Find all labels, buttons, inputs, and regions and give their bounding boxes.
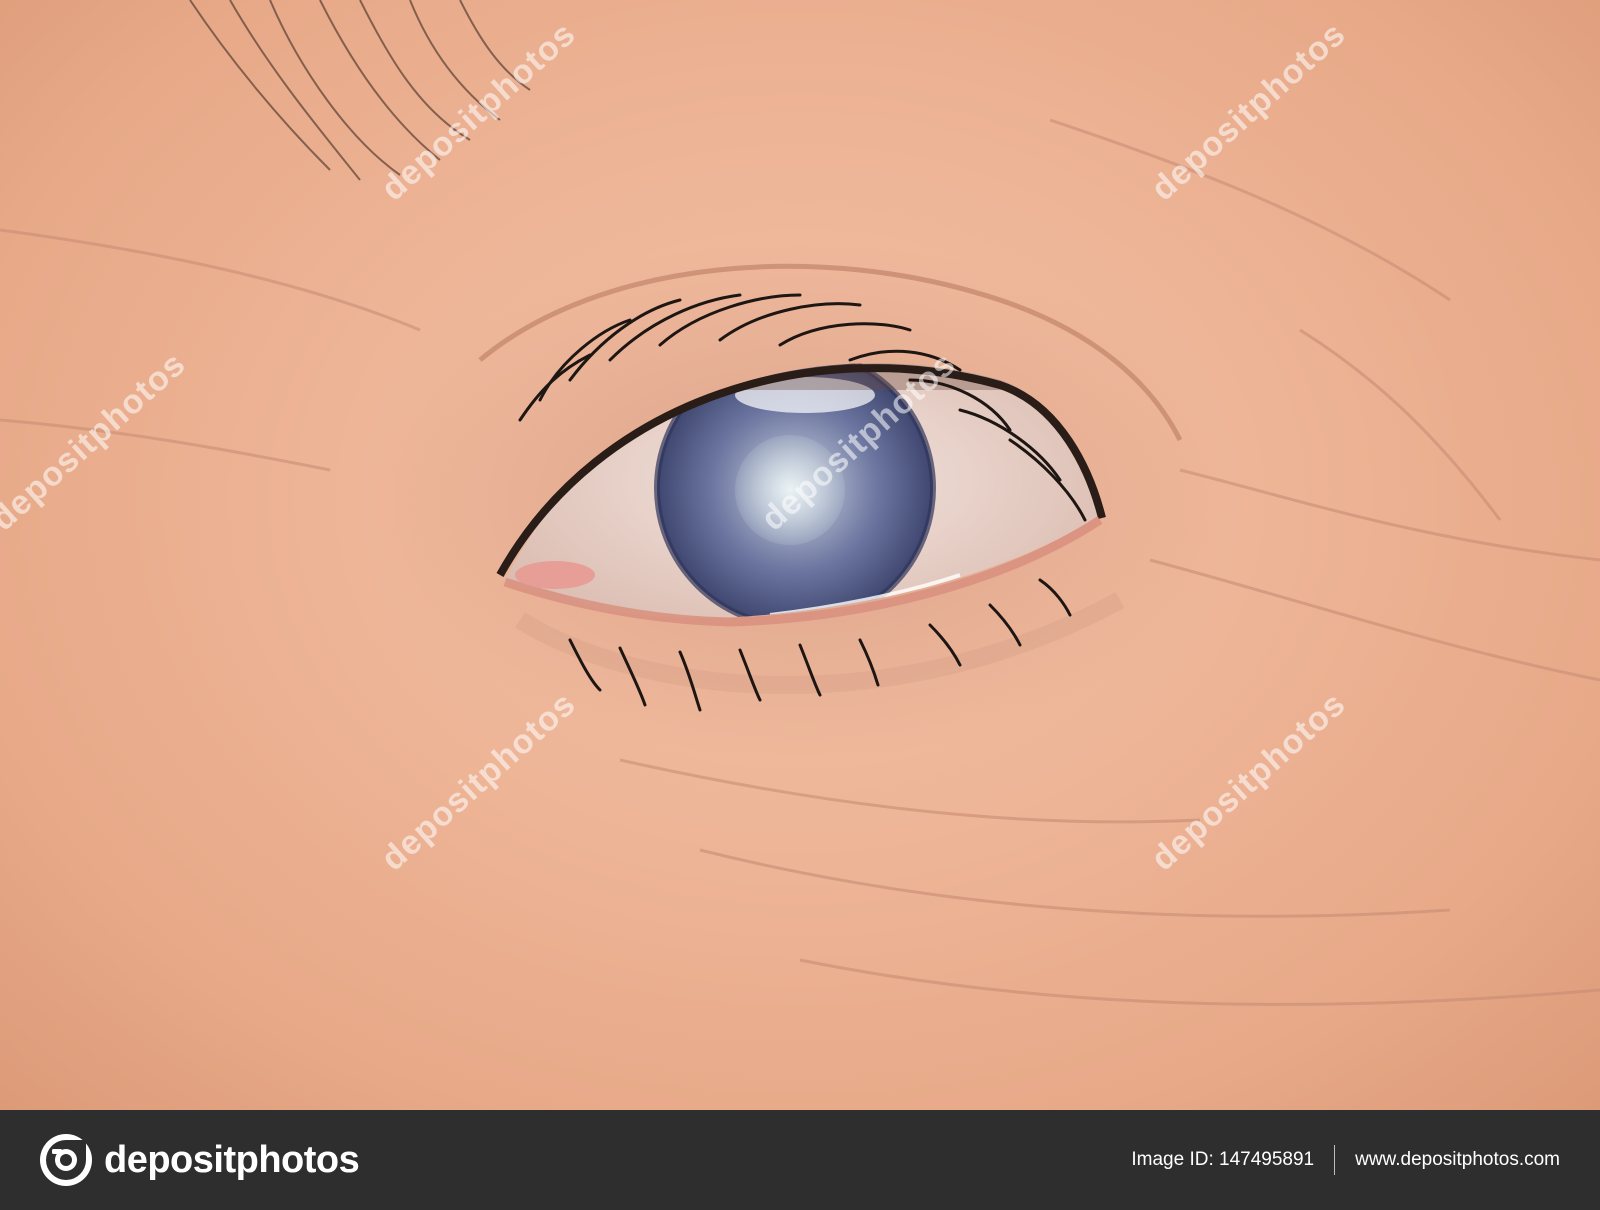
brand-name: depositphotos	[104, 1138, 360, 1181]
stock-footer-bar: depositphotos Image ID: 147495891 www.de…	[0, 1110, 1600, 1210]
eye-closeup-photo: depositphotos depositphotos depositphoto…	[0, 0, 1600, 1110]
website-link[interactable]: www.depositphotos.com	[1355, 1149, 1560, 1171]
camera-logo-icon	[40, 1134, 92, 1186]
tear-duct	[515, 561, 595, 589]
stock-photo-page: depositphotos depositphotos depositphoto…	[0, 0, 1600, 1210]
eye-illustration	[0, 0, 1600, 1006]
image-id: Image ID: 147495891	[1131, 1149, 1315, 1170]
image-meta: Image ID: 147495891 www.depositphotos.co…	[1131, 1145, 1560, 1175]
meta-divider	[1334, 1145, 1336, 1175]
brand-logo[interactable]: depositphotos	[38, 1132, 360, 1188]
